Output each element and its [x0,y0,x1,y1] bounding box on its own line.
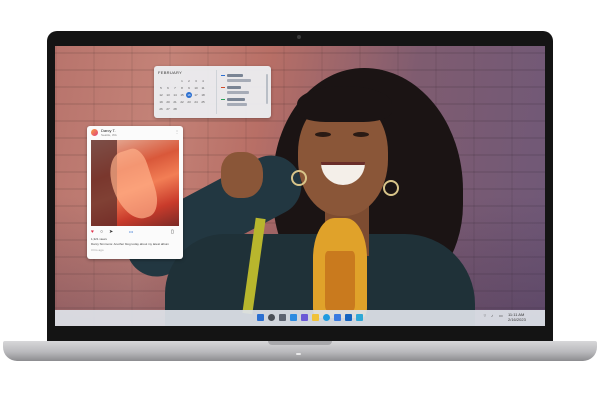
calendar-day[interactable]: 28 [172,106,178,112]
post-actions: ♥ ○ ➤ ••• ▯ [91,229,179,235]
calendar-blank-day [172,78,178,84]
agenda-event[interactable] [227,98,245,101]
wallpaper-person-bangs [297,86,392,122]
post-views: 1,321 views [91,237,107,241]
wallpaper-earring-right [383,180,399,196]
agenda-event-marker [221,99,225,100]
calendar-day[interactable]: 3 [193,78,199,84]
webcam [297,35,301,39]
account-location: Seattle, WA [101,133,117,137]
wallpaper-earring-left [291,170,307,186]
mail-icon[interactable] [345,314,352,321]
agenda-event-marker [221,87,225,88]
calendar-day[interactable]: 2 [186,78,192,84]
calendar-day[interactable]: 21 [172,99,178,105]
calendar-day[interactable]: 26 [158,106,164,112]
edge-icon[interactable] [323,314,330,321]
calendar-agenda[interactable] [216,70,265,114]
taskbar-clock[interactable]: 11:11 AM 2/16/2023 [508,313,526,322]
calendar-blank-day [158,78,164,84]
post-caption: Darcy Simmons: Another blog today about … [91,242,170,246]
clock-date: 2/16/2023 [508,317,526,322]
tray-network-icon[interactable]: ⌔ [483,314,487,318]
social-photo-widget[interactable]: Darcy T. Seattle, WA ⋮ ♥ ○ ➤ ••• ▯ 1,321… [87,126,183,259]
taskbar: ⌔ ♪ ▭ 11:11 AM 2/16/2023 [55,310,545,326]
calendar-day[interactable]: 23 [186,99,192,105]
calendar-day[interactable]: 9 [186,85,192,91]
calendar-day[interactable]: 11 [200,85,206,91]
agenda-event[interactable] [227,86,241,89]
calendar-day[interactable]: 24 [193,99,199,105]
calendar-day[interactable]: 17 [193,92,199,98]
wallpaper-scarf-knot [325,251,355,311]
widgets-icon[interactable] [290,314,297,321]
calendar-day[interactable]: 6 [165,85,171,91]
bookmark-icon[interactable]: ▯ [171,229,174,235]
calendar-day[interactable]: 10 [193,85,199,91]
agenda-event-marker [221,75,225,76]
calendar-month-label: FEBRUARY [158,70,183,75]
calendar-day[interactable]: 8 [179,85,185,91]
search-icon[interactable] [268,314,275,321]
post-photo[interactable] [91,140,179,226]
task-view-icon[interactable] [279,314,286,321]
calendar-day[interactable]: 5 [158,85,164,91]
calendar-day[interactable]: 7 [172,85,178,91]
wallpaper-person-eye-right [353,132,369,137]
calendar-day[interactable]: 1 [179,78,185,84]
agenda-event-detail [227,103,247,106]
calendar-day[interactable]: 18 [200,92,206,98]
agenda-event-detail [227,79,251,82]
tray-battery-icon[interactable]: ▭ [499,314,503,318]
calendar-day[interactable]: 12 [158,92,164,98]
calendar-day[interactable]: 16 [186,92,192,98]
calendar-day[interactable]: 13 [165,92,171,98]
comment-icon[interactable]: ○ [100,229,103,235]
calendar-blank-day [165,78,171,84]
calendar-day-grid[interactable]: 1 2 3 4 5 6 7 8 9 10 11 12 13 14 15 16 17 18 19 20 21 22 23 24 2… [158,78,206,112]
calendar-day[interactable]: 27 [165,106,171,112]
calendar-day[interactable]: 4 [200,78,206,84]
calendar-widget[interactable]: FEBRUARY 1 2 3 4 5 6 7 8 9 10 11 12 13 14 15 16 17 18 19 20… [154,66,271,118]
start-icon[interactable] [257,314,264,321]
calendar-day[interactable]: 19 [158,99,164,105]
photos-icon[interactable] [356,314,363,321]
post-timestamp: 3 hrs ago [91,248,104,252]
status-led [296,353,301,355]
laptop-screen: FEBRUARY 1 2 3 4 5 6 7 8 9 10 11 12 13 14 15 16 17 18 19 20… [55,46,545,326]
file-explorer-icon[interactable] [312,314,319,321]
agenda-event[interactable] [227,74,243,77]
more-options-icon[interactable]: ⋮ [175,129,179,134]
tray-volume-icon[interactable]: ♪ [491,314,493,318]
calendar-day[interactable]: 20 [165,99,171,105]
calendar-month-view[interactable]: FEBRUARY 1 2 3 4 5 6 7 8 9 10 11 12 13 14 15 16 17 18 19 20… [158,70,210,114]
agenda-event-detail [227,91,249,94]
agenda-scrollbar[interactable] [266,74,268,104]
share-icon[interactable]: ➤ [109,229,113,235]
wallpaper-person-eye-left [315,132,331,137]
store-icon[interactable] [334,314,341,321]
calendar-day[interactable]: 15 [179,92,185,98]
wallpaper-person-fist [221,152,263,198]
calendar-day[interactable]: 25 [200,99,206,105]
avatar[interactable] [91,129,98,136]
chat-icon[interactable] [301,314,308,321]
carousel-dots-icon: ••• [129,229,134,234]
calendar-day[interactable]: 14 [172,92,178,98]
heart-icon[interactable]: ♥ [91,229,94,235]
lid-opening-notch [268,341,332,345]
calendar-day[interactable]: 22 [179,99,185,105]
